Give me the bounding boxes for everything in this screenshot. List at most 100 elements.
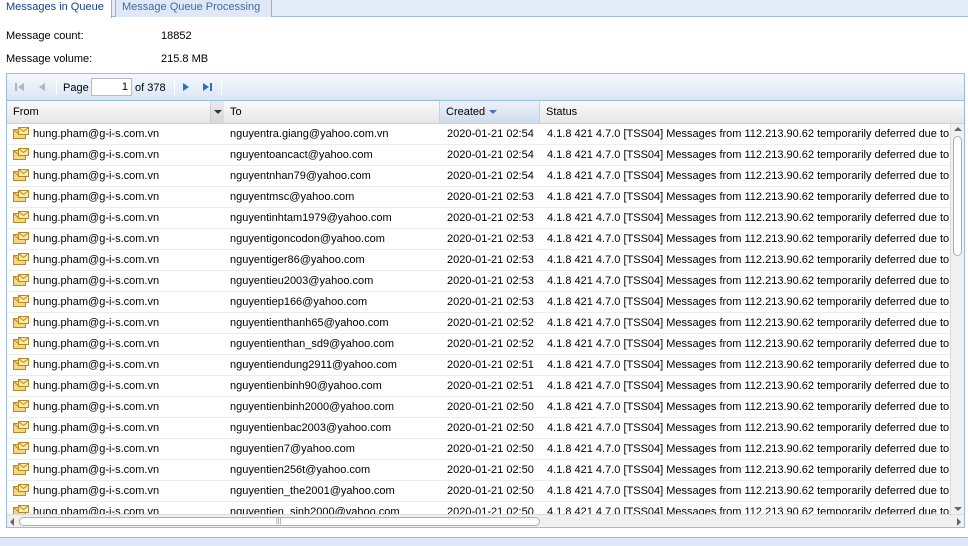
- cell-from: hung.pham@g-i-s.com.vn: [13, 229, 218, 249]
- cell-status: 4.1.8 421 4.7.0 [TSS04] Messages from 11…: [547, 191, 950, 203]
- mail-queue-icon: [13, 379, 29, 392]
- table-row[interactable]: hung.pham@g-i-s.com.vn nguyentra.giang@ya…: [7, 124, 950, 145]
- cell-from-text: hung.pham@g-i-s.com.vn: [33, 380, 160, 392]
- cell-created: 2020-01-21 02:53: [447, 212, 534, 224]
- cell-to: nguyentnhan79@yahoo.com: [230, 170, 371, 182]
- column-header-created[interactable]: Created: [440, 101, 540, 123]
- table-row[interactable]: hung.pham@g-i-s.com.vn nguyentiendung2911…: [7, 355, 950, 376]
- table-row[interactable]: hung.pham@g-i-s.com.vn nguyentienbinh2000…: [7, 397, 950, 418]
- previous-page-icon[interactable]: [35, 80, 49, 94]
- table-row[interactable]: hung.pham@g-i-s.com.vn nguyentiger86@yaho…: [7, 250, 950, 271]
- cell-from-text: hung.pham@g-i-s.com.vn: [33, 443, 160, 455]
- cell-from: hung.pham@g-i-s.com.vn: [13, 250, 218, 270]
- horizontal-scroll-thumb[interactable]: |||: [19, 517, 540, 526]
- cell-created: 2020-01-21 02:54: [447, 128, 534, 140]
- mail-queue-icon: [13, 127, 29, 140]
- cell-to: nguyentien_sinh2000@yahoo.com: [230, 506, 400, 514]
- first-page-icon[interactable]: [13, 80, 27, 94]
- column-header-created-label: Created: [446, 106, 486, 118]
- table-row[interactable]: hung.pham@g-i-s.com.vn nguyentinhtam1979@…: [7, 208, 950, 229]
- cell-created: 2020-01-21 02:50: [447, 401, 534, 413]
- column-header-status[interactable]: Status: [540, 101, 964, 123]
- page-number-input[interactable]: [91, 78, 132, 96]
- cell-to: nguyentienthanh65@yahoo.com: [230, 317, 389, 329]
- cell-from-text: hung.pham@g-i-s.com.vn: [33, 485, 160, 497]
- cell-from: hung.pham@g-i-s.com.vn: [13, 124, 218, 144]
- mail-queue-icon: [13, 274, 29, 287]
- column-header-status-label: Status: [546, 106, 578, 118]
- cell-to: nguyentienbinh2000@yahoo.com: [230, 401, 395, 413]
- table-row[interactable]: hung.pham@g-i-s.com.vn nguyentien_the2001…: [7, 481, 950, 502]
- table-row[interactable]: hung.pham@g-i-s.com.vn nguyentigoncodon@y…: [7, 229, 950, 250]
- mail-queue-icon: [13, 190, 29, 203]
- tab-strip: Messages in Queue Message Queue Processi…: [0, 0, 968, 18]
- cell-from: hung.pham@g-i-s.com.vn: [13, 460, 218, 480]
- cell-status: 4.1.8 421 4.7.0 [TSS04] Messages from 11…: [547, 464, 950, 476]
- scroll-up-icon[interactable]: [954, 127, 962, 131]
- cell-to: nguyentiger86@yahoo.com: [230, 254, 365, 266]
- column-header-to[interactable]: To: [224, 101, 440, 123]
- cell-created: 2020-01-21 02:53: [447, 275, 534, 287]
- column-header-from[interactable]: From: [7, 101, 224, 123]
- grid-body: hung.pham@g-i-s.com.vn nguyentra.giang@ya…: [7, 124, 950, 514]
- cell-status: 4.1.8 421 4.7.0 [TSS04] Messages from 11…: [547, 443, 950, 455]
- cell-from-text: hung.pham@g-i-s.com.vn: [33, 296, 160, 308]
- horizontal-scrollbar[interactable]: |||: [7, 514, 964, 527]
- table-row[interactable]: hung.pham@g-i-s.com.vn nguyentieu2003@yah…: [7, 271, 950, 292]
- cell-created: 2020-01-21 02:53: [447, 296, 534, 308]
- cell-from: hung.pham@g-i-s.com.vn: [13, 145, 218, 165]
- cell-to: nguyentmsc@yahoo.com: [230, 191, 355, 203]
- cell-created: 2020-01-21 02:54: [447, 170, 534, 182]
- cell-status: 4.1.8 421 4.7.0 [TSS04] Messages from 11…: [547, 149, 950, 161]
- table-row[interactable]: hung.pham@g-i-s.com.vn nguyentoancact@yah…: [7, 145, 950, 166]
- cell-from: hung.pham@g-i-s.com.vn: [13, 418, 218, 438]
- cell-from: hung.pham@g-i-s.com.vn: [13, 187, 218, 207]
- vertical-scroll-thumb[interactable]: [953, 136, 962, 256]
- table-row[interactable]: hung.pham@g-i-s.com.vn nguyentienbac2003@…: [7, 418, 950, 439]
- cell-from: hung.pham@g-i-s.com.vn: [13, 313, 218, 333]
- cell-to: nguyentigoncodon@yahoo.com: [230, 233, 385, 245]
- table-row[interactable]: hung.pham@g-i-s.com.vn nguyentienthan_sd9…: [7, 334, 950, 355]
- mail-queue-icon: [13, 505, 29, 514]
- cell-from-text: hung.pham@g-i-s.com.vn: [33, 506, 160, 514]
- scroll-down-icon[interactable]: [954, 507, 962, 511]
- table-row[interactable]: hung.pham@g-i-s.com.vn nguyentienbinh90@y…: [7, 376, 950, 397]
- tab-message-queue-processing[interactable]: Message Queue Processing: [115, 0, 272, 17]
- cell-status: 4.1.8 421 4.7.0 [TSS04] Messages from 11…: [547, 233, 950, 245]
- cell-from-text: hung.pham@g-i-s.com.vn: [33, 422, 160, 434]
- table-row[interactable]: hung.pham@g-i-s.com.vn nguyentienthanh65@…: [7, 313, 950, 334]
- vertical-scrollbar[interactable]: [950, 124, 964, 514]
- tab-messages-in-queue[interactable]: Messages in Queue: [0, 0, 112, 18]
- column-menu-trigger[interactable]: [210, 101, 224, 123]
- table-row[interactable]: hung.pham@g-i-s.com.vn nguyentien7@yahoo.…: [7, 439, 950, 460]
- mail-queue-icon: [13, 232, 29, 245]
- cell-created: 2020-01-21 02:52: [447, 338, 534, 350]
- next-page-icon[interactable]: [179, 80, 193, 94]
- table-row[interactable]: hung.pham@g-i-s.com.vn nguyentnhan79@yaho…: [7, 166, 950, 187]
- cell-from: hung.pham@g-i-s.com.vn: [13, 271, 218, 291]
- mail-queue-icon: [13, 169, 29, 182]
- scroll-right-icon[interactable]: [957, 518, 961, 526]
- cell-created: 2020-01-21 02:51: [447, 380, 534, 392]
- page-label: Page: [63, 82, 89, 94]
- table-row[interactable]: hung.pham@g-i-s.com.vn nguyentmsc@yahoo.c…: [7, 187, 950, 208]
- cell-from: hung.pham@g-i-s.com.vn: [13, 208, 218, 228]
- table-row[interactable]: hung.pham@g-i-s.com.vn nguyentien256t@yah…: [7, 460, 950, 481]
- table-row[interactable]: hung.pham@g-i-s.com.vn nguyentiep166@yaho…: [7, 292, 950, 313]
- mail-queue-icon: [13, 337, 29, 350]
- scroll-left-icon[interactable]: [10, 518, 14, 526]
- cell-from: hung.pham@g-i-s.com.vn: [13, 481, 218, 501]
- last-page-icon[interactable]: [200, 80, 214, 94]
- cell-created: 2020-01-21 02:53: [447, 191, 534, 203]
- cell-status: 4.1.8 421 4.7.0 [TSS04] Messages from 11…: [547, 422, 950, 434]
- cell-status: 4.1.8 421 4.7.0 [TSS04] Messages from 11…: [547, 359, 950, 371]
- cell-to: nguyentiep166@yahoo.com: [230, 296, 368, 308]
- cell-from-text: hung.pham@g-i-s.com.vn: [33, 149, 160, 161]
- cell-status: 4.1.8 421 4.7.0 [TSS04] Messages from 11…: [547, 485, 950, 497]
- messages-grid: Page of 378 From To Created Status hung.…: [6, 73, 965, 528]
- cell-status: 4.1.8 421 4.7.0 [TSS04] Messages from 11…: [547, 506, 950, 514]
- table-row[interactable]: hung.pham@g-i-s.com.vn nguyentien_sinh200…: [7, 502, 950, 514]
- cell-to: nguyentieu2003@yahoo.com: [230, 275, 374, 287]
- cell-to: nguyentiendung2911@yahoo.com: [230, 359, 397, 371]
- column-header-to-label: To: [230, 106, 242, 118]
